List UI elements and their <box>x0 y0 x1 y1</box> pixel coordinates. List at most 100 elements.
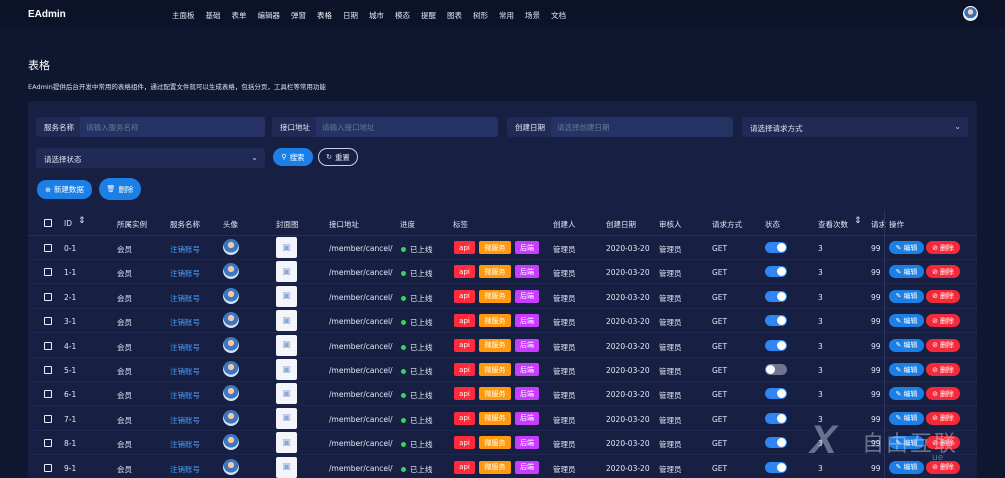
row-status-toggle[interactable] <box>765 412 787 424</box>
row-delete-button[interactable]: ⊘ 删除 <box>926 265 960 279</box>
row-request-method: GET <box>712 268 728 278</box>
column-header[interactable]: ID <box>64 219 72 228</box>
row-checkbox[interactable] <box>44 341 52 350</box>
select-all-checkbox[interactable] <box>44 219 52 227</box>
service-name-input[interactable] <box>80 117 265 137</box>
row-delete-button[interactable]: ⊘ 删除 <box>926 241 960 254</box>
row-id: 4-1 <box>64 341 77 351</box>
row-status-toggle[interactable] <box>765 388 787 400</box>
nav-item[interactable]: 弹窗 <box>291 10 306 22</box>
nav-item[interactable]: 编辑器 <box>258 10 281 22</box>
row-checkbox[interactable] <box>44 317 52 326</box>
nav-item[interactable]: 树形 <box>473 10 488 22</box>
refresh-icon: ↻ <box>326 153 332 161</box>
tag-api: api <box>454 411 475 425</box>
nav-item[interactable]: 文档 <box>551 10 566 22</box>
row-view-count: 3 <box>818 244 823 253</box>
status-dot <box>401 247 406 252</box>
row-service-link[interactable]: 注销账号 <box>170 415 200 426</box>
nav-item[interactable]: 表格 <box>317 10 332 22</box>
api-address-input[interactable] <box>316 117 498 137</box>
nav-item[interactable]: 城市 <box>369 10 384 22</box>
row-api-address: /member/cancel/ <box>329 268 393 278</box>
row-service-link[interactable]: 注销账号 <box>170 244 200 255</box>
nav-item[interactable]: 提醒 <box>421 10 436 22</box>
row-edit-button[interactable]: ✎ 编辑 <box>889 314 924 328</box>
row-status-toggle[interactable] <box>765 266 787 278</box>
row-status-toggle[interactable] <box>765 461 787 473</box>
row-service-link[interactable]: 注销账号 <box>170 464 200 475</box>
batch-delete-button[interactable]: 🗑 删除 <box>99 178 141 200</box>
row-request-count: 99 <box>871 366 881 375</box>
row-edit-button[interactable]: ✎ 编辑 <box>889 265 924 279</box>
row-service-link[interactable]: 注销账号 <box>170 390 200 401</box>
row-checkbox[interactable] <box>44 390 52 399</box>
column-header: 接口地址 <box>329 220 359 229</box>
row-checkbox[interactable] <box>44 244 52 252</box>
row-checkbox[interactable] <box>44 414 52 423</box>
create-date-input[interactable] <box>551 117 733 137</box>
nav-item[interactable]: 日期 <box>343 10 358 22</box>
row-request-method: GET <box>712 341 728 351</box>
table-row: 4-1 会员 注销账号 ▣ /member/cancel/已上线 api 微服务 后端 管理员 2… <box>28 334 977 358</box>
app-logo[interactable]: EAdmin <box>28 9 66 20</box>
row-api-address: /member/cancel/ <box>329 244 393 253</box>
row-edit-button[interactable]: ✎ 编辑 <box>889 338 924 352</box>
row-delete-button[interactable]: ⊘ 删除 <box>926 314 960 328</box>
nav-item[interactable]: 表单 <box>232 10 247 22</box>
user-avatar[interactable] <box>963 6 978 21</box>
row-checkbox[interactable] <box>44 366 52 374</box>
tag-backend: 后端 <box>515 314 539 328</box>
row-service-link[interactable]: 注销账号 <box>170 342 200 353</box>
new-data-button[interactable]: ⊕ 新建数据 <box>37 180 92 199</box>
row-status-toggle[interactable] <box>765 339 787 351</box>
image-icon: ▣ <box>282 340 291 351</box>
row-service-link[interactable]: 注销账号 <box>170 268 200 279</box>
sort-icon[interactable]: ⇕ <box>854 216 862 226</box>
nav-item[interactable]: 常用 <box>499 10 514 22</box>
search-button[interactable]: ⚲ 搜索 <box>273 148 313 166</box>
row-api-address: /member/cancel/ <box>329 366 393 375</box>
sort-icon[interactable]: ⇕ <box>78 216 86 226</box>
row-checkbox[interactable] <box>44 292 52 301</box>
watermark-text: 自由互联 <box>862 432 959 457</box>
delete-icon: ⊘ <box>932 341 938 350</box>
row-service-link[interactable]: 注销账号 <box>170 293 200 304</box>
column-header[interactable]: 查看次数 <box>818 219 848 230</box>
row-edit-button[interactable]: ✎ 编辑 <box>889 387 924 401</box>
row-checkbox[interactable] <box>44 463 52 472</box>
nav-item[interactable]: 图表 <box>447 10 462 22</box>
row-delete-button[interactable]: ⊘ 删除 <box>926 387 960 401</box>
row-service-link[interactable]: 注销账号 <box>170 439 200 450</box>
request-method-select[interactable]: 请选择请求方式 ⌄ <box>742 117 968 137</box>
nav-item[interactable]: 场景 <box>525 10 540 22</box>
nav-item[interactable]: 主面板 <box>172 10 195 22</box>
row-checkbox[interactable] <box>44 439 52 448</box>
column-header: 服务名称 <box>170 220 200 229</box>
nav-item[interactable]: 基础 <box>206 10 221 22</box>
row-status-toggle[interactable] <box>765 364 787 375</box>
row-delete-button[interactable]: ⊘ 删除 <box>926 338 960 352</box>
row-service-link[interactable]: 注销账号 <box>170 366 200 377</box>
row-creator: 管理员 <box>553 245 576 254</box>
row-delete-button[interactable]: ⊘ 删除 <box>926 363 960 376</box>
row-delete-button[interactable]: ⊘ 删除 <box>926 289 960 303</box>
column-header: 创建日期 <box>606 220 636 229</box>
status-select[interactable]: 请选择状态 ⌄ <box>36 148 265 168</box>
row-checkbox[interactable] <box>44 268 52 277</box>
delete-icon: ⊘ <box>932 316 938 325</box>
row-edit-button[interactable]: ✎ 编辑 <box>889 363 924 376</box>
row-edit-button[interactable]: ✎ 编辑 <box>889 289 924 303</box>
row-reviewer: 管理员 <box>659 464 682 474</box>
row-service-link[interactable]: 注销账号 <box>170 317 200 328</box>
row-edit-button[interactable]: ✎ 编辑 <box>889 241 924 254</box>
row-status-toggle[interactable] <box>765 242 787 253</box>
row-status-toggle[interactable] <box>765 315 787 327</box>
row-status-toggle[interactable] <box>765 290 787 302</box>
nav-item[interactable]: 模态 <box>395 10 410 22</box>
reset-button[interactable]: ↻ 重置 <box>318 148 358 166</box>
row-request-count: 99 <box>871 341 881 351</box>
row-status-toggle[interactable] <box>765 437 787 449</box>
row-delete-label: 删除 <box>939 316 954 325</box>
row-creator: 管理员 <box>553 342 576 352</box>
